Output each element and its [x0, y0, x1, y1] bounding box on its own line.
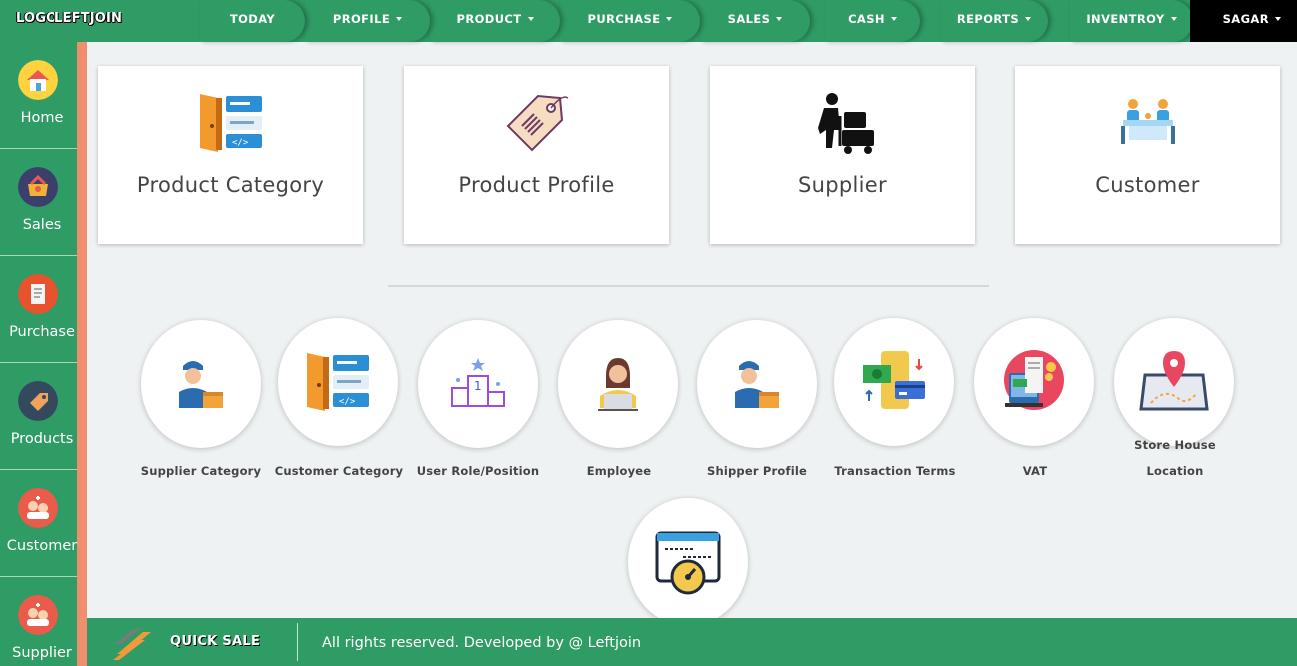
meeting-table-icon — [1120, 99, 1175, 144]
quick-sale-logo-icon[interactable] — [111, 622, 155, 662]
circle-label: Supplier Category — [140, 464, 262, 478]
vat-button[interactable] — [974, 318, 1094, 446]
svg-text:1: 1 — [474, 379, 482, 393]
chevron-down-icon — [666, 16, 673, 21]
sidebar-item-label: Home — [20, 110, 64, 126]
price-tag-icon — [506, 94, 568, 152]
card-title: Supplier — [798, 173, 887, 197]
nav-product[interactable]: PRODUCT — [430, 0, 560, 42]
card-title: Product Category — [136, 173, 325, 197]
circle-label-line1: Store House — [1134, 438, 1216, 452]
sidebar-item-label: Products — [10, 431, 74, 447]
sidebar-menu: Home Sales Purchase Products Customer Su… — [0, 42, 77, 666]
card-supplier[interactable]: Supplier — [710, 66, 975, 244]
circle-label: Customer Category — [274, 464, 404, 478]
circle-label-line2: Location — [1146, 464, 1204, 478]
worker-box-icon — [179, 361, 223, 408]
circle-label: User Role/Position — [416, 464, 540, 478]
sidebar-item-customer[interactable]: Customer — [0, 470, 77, 577]
card-title: Customer — [1095, 173, 1200, 197]
card-product-category[interactable]: </> Product Category — [98, 66, 363, 244]
worker-box-icon — [735, 361, 779, 408]
chevron-down-icon — [1170, 16, 1177, 21]
nav-sales-label: SALES — [727, 12, 771, 26]
nav-today[interactable]: TODAY — [200, 0, 305, 42]
employee-button[interactable] — [558, 320, 678, 448]
top-navbar: LOGO LEFTJOIN INVENTROY REPORTS CASH SAL… — [0, 0, 1297, 42]
svg-text:</>: </> — [232, 138, 249, 148]
card-product-profile[interactable]: Product Profile — [404, 66, 669, 244]
category-door-icon: </> — [307, 353, 369, 411]
customer-category-button[interactable]: </> — [278, 318, 398, 446]
chevron-down-icon — [396, 16, 403, 21]
purchase-icon — [18, 274, 58, 314]
sidebar-item-products[interactable]: Products — [0, 363, 77, 470]
nav-product-label: PRODUCT — [456, 12, 522, 26]
sales-icon — [18, 167, 58, 207]
sidebar-item-label: Purchase — [9, 324, 75, 340]
quick-sale-link[interactable]: QUICK SALE — [170, 634, 260, 649]
user-menu[interactable]: SAGAR — [1190, 0, 1297, 42]
sidebar-item-sales[interactable]: Sales — [0, 149, 77, 256]
sidebar-item-purchase[interactable]: Purchase — [0, 256, 77, 363]
chevron-down-icon — [1025, 16, 1032, 21]
logo-text: LOGO — [16, 11, 58, 26]
chevron-down-icon — [890, 16, 897, 21]
speed-dashboard-icon — [655, 531, 721, 595]
nav-purchase[interactable]: PURCHASE — [560, 0, 700, 42]
card-customer[interactable]: Customer — [1015, 66, 1280, 244]
user-name: SAGAR — [1223, 0, 1281, 38]
map-pin-icon — [1139, 351, 1209, 411]
logo[interactable]: LOGO LEFTJOIN — [16, 11, 122, 26]
nav-profile-label: PROFILE — [332, 12, 391, 26]
dashboard-button[interactable] — [628, 498, 748, 626]
nav-cash-label: CASH — [848, 12, 885, 26]
section-divider — [388, 285, 989, 287]
nav-inventory[interactable]: INVENTROY — [1070, 0, 1193, 42]
chevron-down-icon — [1275, 16, 1281, 21]
sidebar-item-home[interactable]: Home — [0, 42, 77, 149]
employee-laptop-icon — [598, 358, 638, 411]
category-door-icon: </> — [199, 94, 262, 152]
nav-reports-label: REPORTS — [956, 12, 1020, 26]
sidebar-item-supplier[interactable]: Supplier — [0, 577, 77, 666]
vat-receipt-icon — [1004, 350, 1064, 410]
store-house-location-button[interactable] — [1114, 318, 1234, 446]
products-tag-icon — [18, 381, 58, 421]
sidebar-item-label: Customer — [6, 538, 78, 554]
transaction-terms-button[interactable] — [834, 318, 954, 446]
user-role-button[interactable]: 1 — [418, 320, 538, 448]
home-icon — [18, 60, 58, 100]
circle-label: Transaction Terms — [834, 464, 956, 478]
circle-label: Shipper Profile — [706, 464, 808, 478]
footer-divider — [297, 623, 298, 661]
delivery-worker-icon — [817, 93, 874, 154]
nav-inventory-label: INVENTROY — [1086, 12, 1165, 26]
nav-purchase-label: PURCHASE — [587, 12, 661, 26]
chevron-down-icon — [527, 16, 534, 21]
chevron-down-icon — [776, 16, 783, 21]
sidebar-item-label: Supplier — [12, 645, 72, 661]
circle-label: Employee — [586, 464, 652, 478]
supplier-icon — [18, 595, 58, 635]
nav-today-label: TODAY — [229, 12, 276, 26]
supplier-category-button[interactable] — [141, 320, 261, 448]
user-name-text: SAGAR — [1222, 12, 1269, 26]
nav-reports[interactable]: REPORTS — [940, 0, 1048, 42]
money-transfer-icon — [863, 351, 925, 409]
footer: QUICK SALE All rights reserved. Develope… — [87, 618, 1297, 666]
svg-text:</>: </> — [339, 397, 356, 407]
nav-cash[interactable]: CASH — [825, 0, 920, 42]
sidebar-item-label: Sales — [22, 217, 62, 233]
shipper-profile-button[interactable] — [697, 320, 817, 448]
copyright-text: All rights reserved. Developed by @ Left… — [322, 635, 642, 651]
nav-sales[interactable]: SALES — [700, 0, 810, 42]
podium-icon: 1 — [451, 358, 505, 407]
circle-label: VAT — [1022, 464, 1048, 478]
brand-name: LEFTJOIN — [54, 11, 123, 26]
customer-icon — [18, 488, 58, 528]
card-title: Product Profile — [458, 173, 615, 197]
nav-profile[interactable]: PROFILE — [305, 0, 430, 42]
sidebar: Home Sales Purchase Products Customer Su… — [0, 42, 87, 666]
